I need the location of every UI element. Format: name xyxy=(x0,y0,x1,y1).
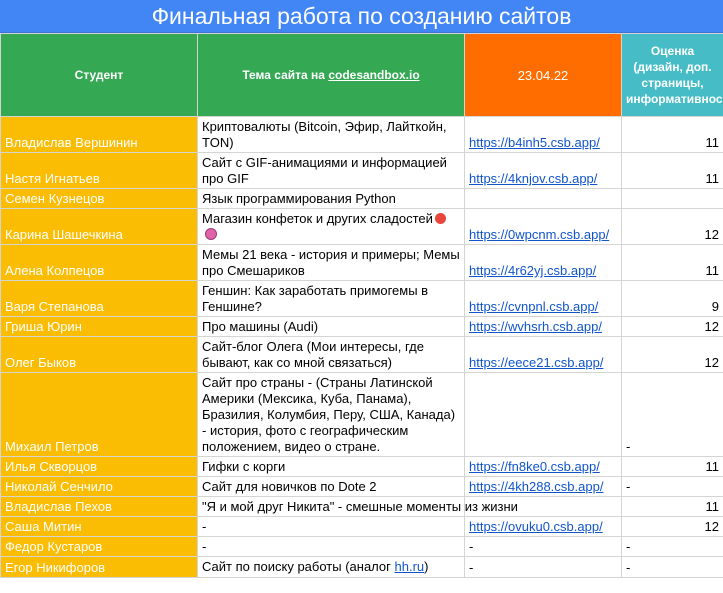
site-link[interactable]: https://4knjov.csb.app/ xyxy=(469,171,597,186)
header-topic[interactable]: Тема сайта на codesandbox.io xyxy=(197,33,465,117)
site-topic[interactable]: Сайт про страны - (Страны Латинской Амер… xyxy=(197,372,465,457)
site-link-cell[interactable]: https://4knjov.csb.app/ xyxy=(464,152,622,189)
header-topic-link[interactable]: codesandbox.io xyxy=(328,68,419,82)
student-name[interactable]: Гриша Юрин xyxy=(0,316,198,337)
site-link[interactable]: https://b4inh5.csb.app/ xyxy=(469,135,600,150)
table-row: Илья Скворцов Гифки с корги https://fn8k… xyxy=(0,456,723,477)
table-row: Федор Кустаров - - - xyxy=(0,536,723,557)
site-link-cell[interactable]: https://fn8ke0.csb.app/ xyxy=(464,456,622,477)
student-name[interactable]: Николай Сенчило xyxy=(0,476,198,497)
student-name[interactable]: Карина Шашечкина xyxy=(0,208,198,245)
student-name[interactable]: Владислав Вершинин xyxy=(0,116,198,153)
table-row: Гриша Юрин Про машины (Audi) https://wvh… xyxy=(0,316,723,337)
table-row: Настя Игнатьев Сайт с GIF-анимациями и и… xyxy=(0,152,723,189)
student-name[interactable]: Саша Митин xyxy=(0,516,198,537)
student-name[interactable]: Михаил Петров xyxy=(0,372,198,457)
site-link-cell[interactable] xyxy=(464,188,622,209)
site-link[interactable]: https://cvnpnl.csb.app/ xyxy=(469,299,598,314)
student-name[interactable]: Владислав Пехов xyxy=(0,496,198,517)
site-link[interactable]: https://4r62yj.csb.app/ xyxy=(469,263,596,278)
grades-table: Студент Тема сайта на codesandbox.io 23.… xyxy=(0,33,723,578)
table-row: Михаил Петров Сайт про страны - (Страны … xyxy=(0,372,723,457)
site-link-cell[interactable]: https://cvnpnl.csb.app/ xyxy=(464,280,622,317)
header-date[interactable]: 23.04.22 xyxy=(464,33,622,117)
student-name[interactable]: Семен Кузнецов xyxy=(0,188,198,209)
site-topic[interactable]: Криптовалюты (Bitcoin, Эфир, Лайткойн, T… xyxy=(197,116,465,153)
student-name[interactable]: Олег Быков xyxy=(0,336,198,373)
table-row: Алена Колпецов Мемы 21 века - история и … xyxy=(0,244,723,281)
grade-cell[interactable]: 11 xyxy=(621,496,723,517)
grade-cell[interactable]: 11 xyxy=(621,456,723,477)
site-link-cell[interactable]: https://0wpcnm.csb.app/ xyxy=(464,208,622,245)
table-row: Карина Шашечкина Магазин конфеток и друг… xyxy=(0,208,723,245)
grade-cell[interactable]: 11 xyxy=(621,116,723,153)
topic-link[interactable]: hh.ru xyxy=(395,559,425,574)
site-topic[interactable]: Гифки с корги xyxy=(197,456,465,477)
grade-cell[interactable]: 12 xyxy=(621,516,723,537)
site-topic: Магазин конфеток и других сладостей xyxy=(202,211,433,226)
grade-cell[interactable]: 11 xyxy=(621,152,723,189)
header-grade[interactable]: Оценка (дизайн, доп. страницы, информати… xyxy=(621,33,723,117)
header-row: Студент Тема сайта на codesandbox.io 23.… xyxy=(0,33,723,117)
grade-cell[interactable] xyxy=(621,188,723,209)
grade-cell[interactable]: 12 xyxy=(621,316,723,337)
header-topic-prefix: Тема сайта на xyxy=(242,68,329,82)
site-link-cell[interactable]: https://ovuku0.csb.app/ xyxy=(464,516,622,537)
table-row: Егор Никифоров Сайт по поиску работы (ан… xyxy=(0,556,723,578)
site-link-cell[interactable]: https://wvhsrh.csb.app/ xyxy=(464,316,622,337)
site-link-cell[interactable] xyxy=(464,372,622,457)
grade-cell[interactable]: 9 xyxy=(621,280,723,317)
grade-cell[interactable]: - xyxy=(621,372,723,457)
site-topic[interactable]: "Я и мой друг Никита" - смешные моменты … xyxy=(197,496,518,517)
student-name[interactable]: Егор Никифоров xyxy=(0,556,198,578)
site-topic[interactable]: Сайт с GIF-анимациями и информацией про … xyxy=(197,152,465,189)
site-link[interactable]: https://0wpcnm.csb.app/ xyxy=(469,227,609,242)
site-topic[interactable]: Геншин: Как заработать примогемы в Генши… xyxy=(197,280,465,317)
site-topic[interactable]: Сайт-блог Олега (Мои интересы, где бываю… xyxy=(197,336,465,373)
header-student[interactable]: Студент xyxy=(0,33,198,117)
site-link[interactable]: https://wvhsrh.csb.app/ xyxy=(469,319,602,334)
table-row: Владислав Пехов "Я и мой друг Никита" - … xyxy=(0,496,723,517)
lollipop-icon xyxy=(205,228,217,240)
site-link[interactable]: https://ovuku0.csb.app/ xyxy=(469,519,603,534)
student-name[interactable]: Илья Скворцов xyxy=(0,456,198,477)
grade-cell[interactable]: 11 xyxy=(621,244,723,281)
table-row: Владислав Вершинин Криптовалюты (Bitcoin… xyxy=(0,116,723,153)
site-link-cell[interactable]: https://4r62yj.csb.app/ xyxy=(464,244,622,281)
site-topic[interactable]: - xyxy=(197,536,465,557)
site-topic-cell[interactable]: Магазин конфеток и других сладостей xyxy=(197,208,465,245)
site-topic-suffix: ) xyxy=(424,559,429,574)
candy-icon xyxy=(434,213,446,224)
table-row: Олег Быков Сайт-блог Олега (Мои интересы… xyxy=(0,336,723,373)
grade-cell[interactable]: - xyxy=(621,476,723,497)
site-link-cell[interactable]: https://4kh288.csb.app/ xyxy=(464,476,622,497)
sheet-title: Финальная работа по созданию сайтов xyxy=(0,0,723,33)
site-topic: Сайт по поиску работы (аналог xyxy=(202,559,395,574)
site-topic[interactable]: Сайт для новичков по Dote 2 xyxy=(197,476,465,497)
grade-cell[interactable]: 12 xyxy=(621,208,723,245)
grade-cell[interactable]: - xyxy=(621,536,723,557)
site-topic[interactable]: Про машины (Audi) xyxy=(197,316,465,337)
site-link[interactable]: https://eece21.csb.app/ xyxy=(469,355,603,370)
site-link-cell[interactable]: - xyxy=(464,556,622,578)
site-topic[interactable]: - xyxy=(197,516,465,537)
site-topic[interactable]: Мемы 21 века - история и примеры; Мемы п… xyxy=(197,244,465,281)
table-row: Варя Степанова Геншин: Как заработать пр… xyxy=(0,280,723,317)
student-name[interactable]: Варя Степанова xyxy=(0,280,198,317)
student-name[interactable]: Федор Кустаров xyxy=(0,536,198,557)
site-link-cell[interactable]: - xyxy=(464,536,622,557)
site-link-cell[interactable]: https://b4inh5.csb.app/ xyxy=(464,116,622,153)
table-row: Семен Кузнецов Язык программирования Pyt… xyxy=(0,188,723,209)
site-link[interactable]: https://4kh288.csb.app/ xyxy=(469,479,603,494)
table-row: Саша Митин - https://ovuku0.csb.app/ 12 xyxy=(0,516,723,537)
student-name[interactable]: Алена Колпецов xyxy=(0,244,198,281)
grade-cell[interactable]: - xyxy=(621,556,723,578)
student-name[interactable]: Настя Игнатьев xyxy=(0,152,198,189)
site-link-cell[interactable]: https://eece21.csb.app/ xyxy=(464,336,622,373)
site-topic-cell[interactable]: Сайт по поиску работы (аналог hh.ru) xyxy=(197,556,465,578)
table-row: Николай Сенчило Сайт для новичков по Dot… xyxy=(0,476,723,497)
site-topic[interactable]: Язык программирования Python xyxy=(197,188,465,209)
site-link[interactable]: https://fn8ke0.csb.app/ xyxy=(469,459,600,474)
grade-cell[interactable]: 12 xyxy=(621,336,723,373)
